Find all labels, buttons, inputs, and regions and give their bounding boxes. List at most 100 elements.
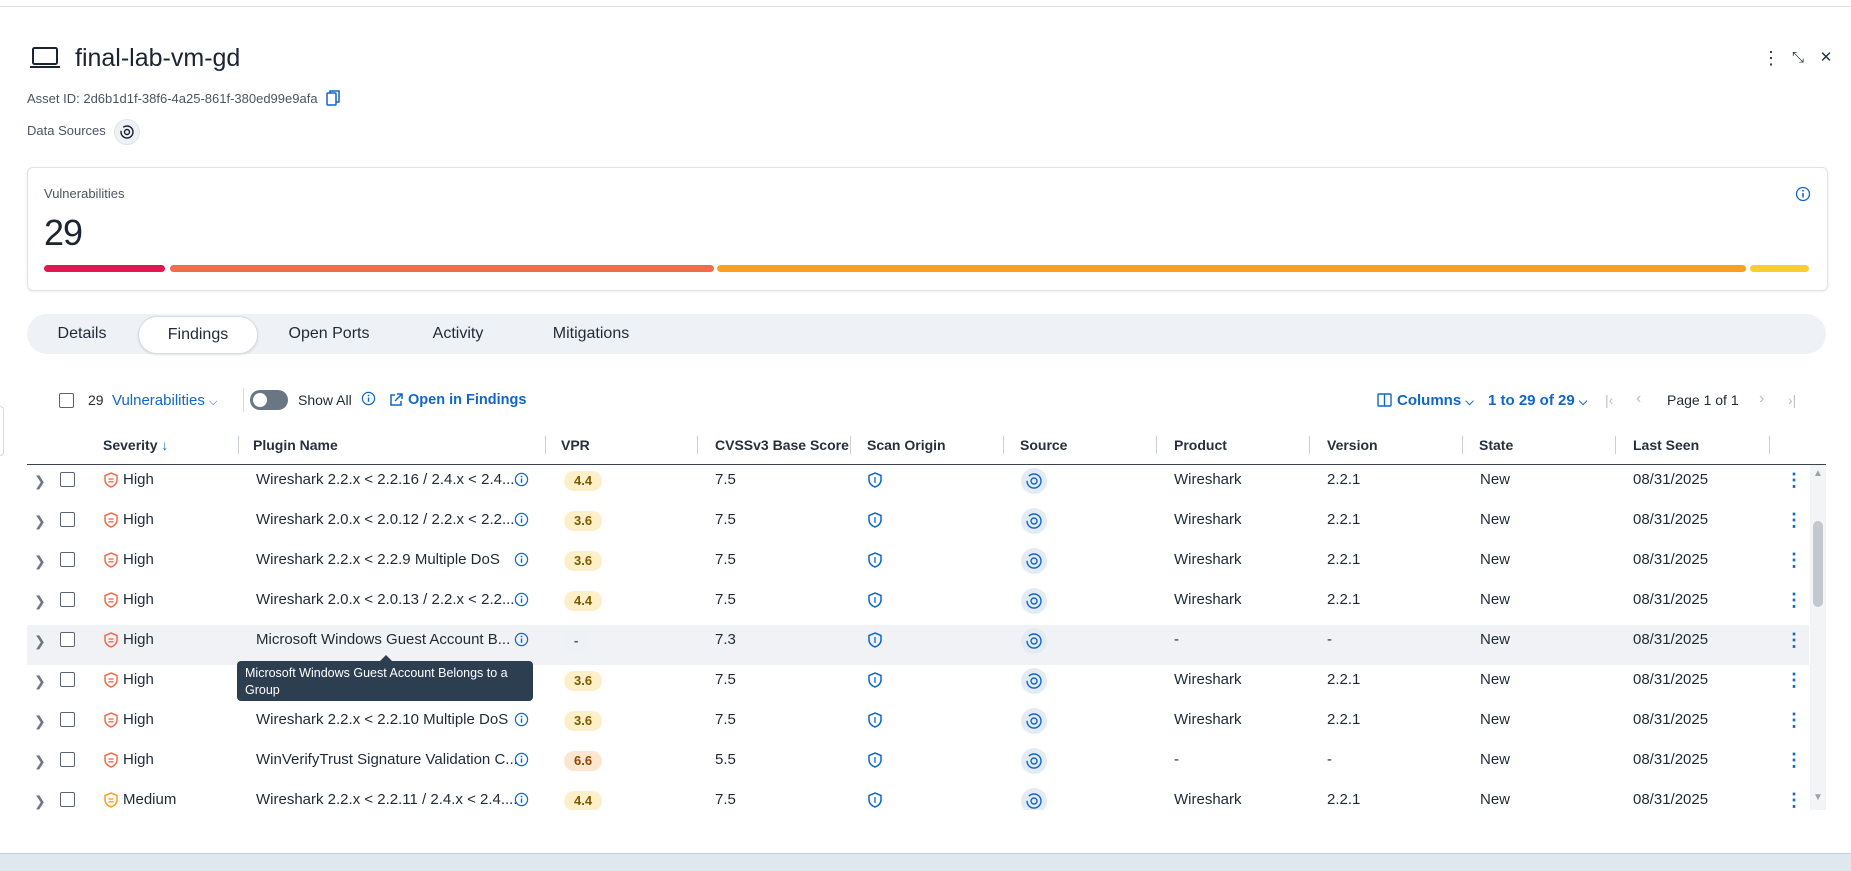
table-row[interactable]: ❯ High Wireshark 2.2.x < 2.2.16 / 2.4.x … bbox=[27, 465, 1809, 505]
column-divider[interactable] bbox=[1769, 436, 1770, 454]
tab-open-ports[interactable]: Open Ports bbox=[265, 314, 393, 354]
table-row[interactable]: ❯ High WinVerifyTrust Signature Validati… bbox=[27, 745, 1809, 785]
row-actions-icon[interactable]: ⋮ bbox=[1785, 790, 1803, 810]
severity-bar-low[interactable] bbox=[1750, 265, 1809, 272]
row-checkbox[interactable] bbox=[60, 552, 75, 567]
column-divider[interactable] bbox=[1309, 436, 1310, 454]
column-divider[interactable] bbox=[1156, 436, 1157, 454]
column-divider[interactable] bbox=[1003, 436, 1004, 454]
expand-chevron-icon[interactable]: ❯ bbox=[34, 673, 46, 690]
row-actions-icon[interactable]: ⋮ bbox=[1785, 550, 1803, 571]
row-checkbox[interactable] bbox=[60, 672, 75, 687]
column-divider[interactable] bbox=[1462, 436, 1463, 454]
table-row[interactable]: ❯ Medium Wireshark 2.2.x < 2.2.11 / 2.4.… bbox=[27, 785, 1809, 810]
next-page-icon[interactable]: › bbox=[1759, 390, 1764, 408]
row-actions-icon[interactable]: ⋮ bbox=[1785, 710, 1803, 731]
row-checkbox[interactable] bbox=[60, 792, 75, 807]
table-row[interactable]: ❯ High Wireshark 2.2.x < 2.2.9 Multiple … bbox=[27, 545, 1809, 585]
expand-chevron-icon[interactable]: ❯ bbox=[34, 513, 46, 530]
last-page-icon[interactable]: ›| bbox=[1788, 392, 1796, 408]
show-all-toggle[interactable] bbox=[250, 390, 288, 410]
tab-details[interactable]: Details bbox=[37, 314, 127, 354]
vulnerabilities-dropdown[interactable]: Vulnerabilities ⌵ bbox=[112, 392, 217, 409]
info-icon[interactable] bbox=[361, 391, 376, 406]
row-checkbox[interactable] bbox=[60, 472, 75, 487]
previous-page-icon[interactable]: ‹ bbox=[1636, 390, 1641, 408]
row-actions-icon[interactable]: ⋮ bbox=[1785, 630, 1803, 651]
column-severity[interactable]: Severity ↓ bbox=[103, 430, 168, 460]
expand-chevron-icon[interactable]: ❯ bbox=[34, 713, 46, 730]
info-icon[interactable] bbox=[514, 472, 529, 487]
info-icon[interactable] bbox=[514, 632, 529, 647]
first-page-icon[interactable]: |‹ bbox=[1605, 392, 1613, 408]
more-options-icon[interactable]: ⋮ bbox=[1761, 48, 1781, 68]
external-link-icon[interactable] bbox=[389, 393, 403, 407]
tab-activity[interactable]: Activity bbox=[405, 314, 511, 354]
select-all-checkbox[interactable] bbox=[59, 393, 74, 408]
plugin-name[interactable]: Wireshark 2.2.x < 2.2.16 / 2.4.x < 2.4..… bbox=[256, 465, 519, 495]
table-row[interactable]: ❯ High Wireshark 2.2.x < 2.2.10 Multiple… bbox=[27, 705, 1809, 745]
row-actions-icon[interactable]: ⋮ bbox=[1785, 590, 1803, 611]
column-plugin-name[interactable]: Plugin Name bbox=[253, 430, 338, 460]
table-scrollbar[interactable]: ▲ ▼ bbox=[1810, 465, 1826, 810]
column-divider[interactable] bbox=[1615, 436, 1616, 454]
info-icon[interactable] bbox=[514, 712, 529, 727]
plugin-name[interactable]: Wireshark 2.2.x < 2.2.9 Multiple DoS bbox=[256, 545, 500, 575]
copy-icon[interactable] bbox=[326, 90, 340, 106]
table-row[interactable]: ❯ High Microsoft Windows Guest Account B… bbox=[27, 625, 1809, 665]
close-icon[interactable]: ✕ bbox=[1816, 48, 1836, 68]
tab-mitigations[interactable]: Mitigations bbox=[525, 314, 657, 354]
nessus-source-icon[interactable] bbox=[114, 119, 140, 145]
row-actions-icon[interactable]: ⋮ bbox=[1785, 670, 1803, 691]
range-dropdown[interactable]: 1 to 29 of 29 ⌵ bbox=[1488, 392, 1587, 409]
column-divider[interactable] bbox=[545, 436, 546, 454]
info-icon[interactable] bbox=[514, 512, 529, 527]
column-divider[interactable] bbox=[850, 436, 851, 454]
row-actions-icon[interactable]: ⋮ bbox=[1785, 510, 1803, 531]
column-state[interactable]: State bbox=[1479, 430, 1513, 460]
tab-findings[interactable]: Findings bbox=[138, 316, 258, 354]
column-product[interactable]: Product bbox=[1174, 430, 1227, 460]
plugin-name[interactable]: Wireshark 2.0.x < 2.0.13 / 2.2.x < 2.2..… bbox=[256, 585, 519, 615]
expand-chevron-icon[interactable]: ❯ bbox=[34, 753, 46, 770]
row-actions-icon[interactable]: ⋮ bbox=[1785, 470, 1803, 491]
column-vpr[interactable]: VPR bbox=[561, 430, 590, 460]
info-icon[interactable] bbox=[514, 552, 529, 567]
plugin-name[interactable]: Wireshark 2.0.x < 2.0.12 / 2.2.x < 2.2..… bbox=[256, 505, 519, 535]
columns-button[interactable]: Columns ⌵ bbox=[1397, 392, 1474, 409]
info-icon[interactable] bbox=[514, 792, 529, 807]
scrollbar-thumb[interactable] bbox=[1813, 521, 1823, 607]
expand-chevron-icon[interactable]: ❯ bbox=[34, 633, 46, 650]
open-in-findings-link[interactable]: Open in Findings bbox=[408, 392, 526, 408]
column-divider[interactable] bbox=[697, 436, 698, 454]
plugin-name[interactable]: Microsoft Windows Guest Account B... bbox=[256, 625, 510, 655]
expand-chevron-icon[interactable]: ❯ bbox=[34, 553, 46, 570]
severity-bar-high[interactable] bbox=[170, 265, 714, 272]
column-last-seen[interactable]: Last Seen bbox=[1633, 430, 1699, 460]
info-icon[interactable] bbox=[514, 592, 529, 607]
expand-chevron-icon[interactable]: ❯ bbox=[34, 793, 46, 810]
row-checkbox[interactable] bbox=[60, 592, 75, 607]
column-cvss[interactable]: CVSSv3 Base Score bbox=[715, 430, 849, 460]
row-checkbox[interactable] bbox=[60, 752, 75, 767]
severity-bar-critical[interactable] bbox=[44, 265, 165, 272]
plugin-name[interactable]: WinVerifyTrust Signature Validation C... bbox=[256, 745, 518, 775]
column-version[interactable]: Version bbox=[1327, 430, 1378, 460]
row-checkbox[interactable] bbox=[60, 512, 75, 527]
column-scan-origin[interactable]: Scan Origin bbox=[867, 430, 946, 460]
severity-bar-medium[interactable] bbox=[717, 265, 1746, 272]
info-icon[interactable] bbox=[1795, 186, 1811, 202]
expand-chevron-icon[interactable]: ❯ bbox=[34, 473, 46, 490]
expand-chevron-icon[interactable]: ❯ bbox=[34, 593, 46, 610]
side-panel-handle[interactable] bbox=[0, 406, 4, 456]
collapse-icon[interactable]: ⤡ bbox=[1788, 48, 1808, 68]
info-icon[interactable] bbox=[514, 752, 529, 767]
row-checkbox[interactable] bbox=[60, 712, 75, 727]
column-source[interactable]: Source bbox=[1020, 430, 1067, 460]
column-divider[interactable] bbox=[238, 436, 239, 454]
table-row[interactable]: ❯ High Wireshark 2.0.x < 2.0.13 / 2.2.x … bbox=[27, 585, 1809, 625]
plugin-name[interactable]: Wireshark 2.2.x < 2.2.11 / 2.4.x < 2.4..… bbox=[256, 785, 518, 810]
table-row[interactable]: ❯ High Wireshark 2.0.x < 2.0.12 / 2.2.x … bbox=[27, 505, 1809, 545]
row-actions-icon[interactable]: ⋮ bbox=[1785, 750, 1803, 771]
plugin-name[interactable]: Wireshark 2.2.x < 2.2.10 Multiple DoS bbox=[256, 705, 508, 735]
